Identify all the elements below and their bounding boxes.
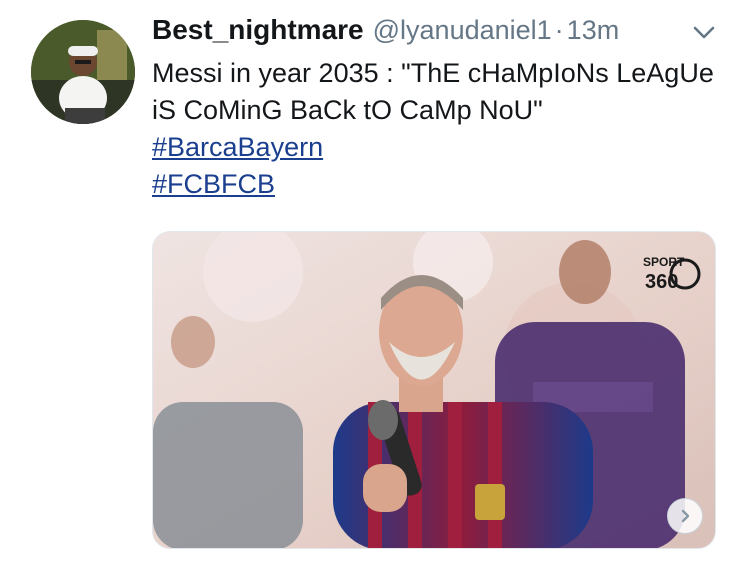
- svg-text:SPORT: SPORT: [643, 255, 685, 269]
- display-name[interactable]: Best_nightmare: [152, 14, 364, 46]
- sport360-logo: SPORT 360: [639, 246, 703, 298]
- chevron-right-icon: [677, 508, 693, 524]
- hashtag-link[interactable]: #FCBFCB: [152, 166, 275, 203]
- chevron-down-icon[interactable]: [690, 20, 718, 44]
- photo-illustration: [153, 232, 715, 548]
- hashtag-link[interactable]: #BarcaBayern: [152, 129, 323, 166]
- tweet-text: Messi in year 2035 : "ThE cHaMpIoNs LeAg…: [152, 58, 714, 125]
- avatar[interactable]: [31, 20, 135, 124]
- next-media-button[interactable]: [667, 498, 703, 534]
- user-handle[interactable]: @lyanudaniel1: [373, 15, 552, 46]
- timestamp[interactable]: 13m: [567, 15, 620, 46]
- tweet-header: Best_nightmare @lyanudaniel1 · 13m: [152, 14, 619, 50]
- tweet-media-image[interactable]: SPORT 360: [152, 231, 716, 549]
- svg-text:360: 360: [645, 271, 678, 293]
- separator-dot: ·: [554, 15, 564, 45]
